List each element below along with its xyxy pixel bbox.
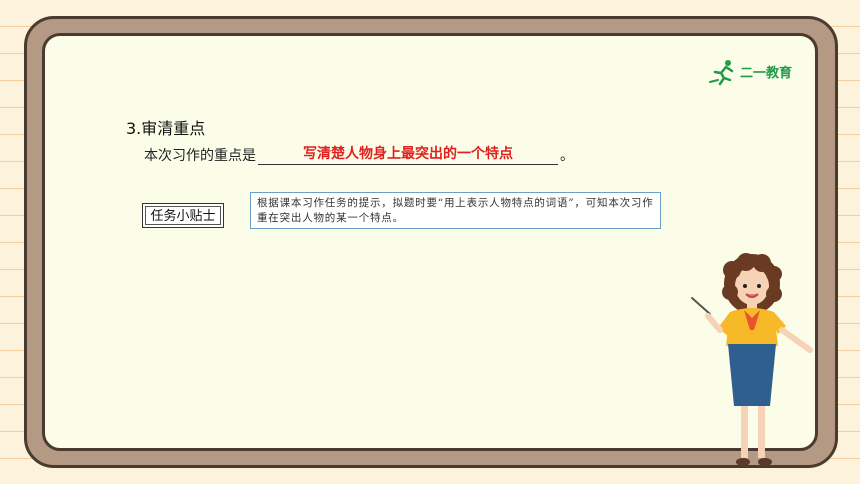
sentence-suffix: 。 bbox=[560, 148, 574, 164]
focus-sentence: 本次习作的重点是 写清楚人物身上最突出的一个特点 。 bbox=[144, 143, 574, 165]
sentence-prefix: 本次习作的重点是 bbox=[144, 148, 256, 164]
teacher-illustration bbox=[691, 253, 813, 466]
hint-box: 根据课本习作任务的提示，拟题时要“用上表示人物特点的词语”，可知本次习作重在突出… bbox=[250, 192, 661, 229]
brand-logo: 二一教育 bbox=[708, 58, 808, 86]
logo-text: 二一教育 bbox=[740, 66, 793, 81]
tip-label: 任务小贴士 bbox=[145, 206, 221, 225]
tip-label-box: 任务小贴士 bbox=[142, 203, 224, 228]
runner-logo-icon bbox=[709, 60, 734, 86]
answer-text: 写清楚人物身上最突出的一个特点 bbox=[303, 146, 513, 162]
section-heading: 3.审清重点 bbox=[126, 119, 206, 138]
answer-blank: 写清楚人物身上最突出的一个特点 bbox=[258, 143, 558, 165]
